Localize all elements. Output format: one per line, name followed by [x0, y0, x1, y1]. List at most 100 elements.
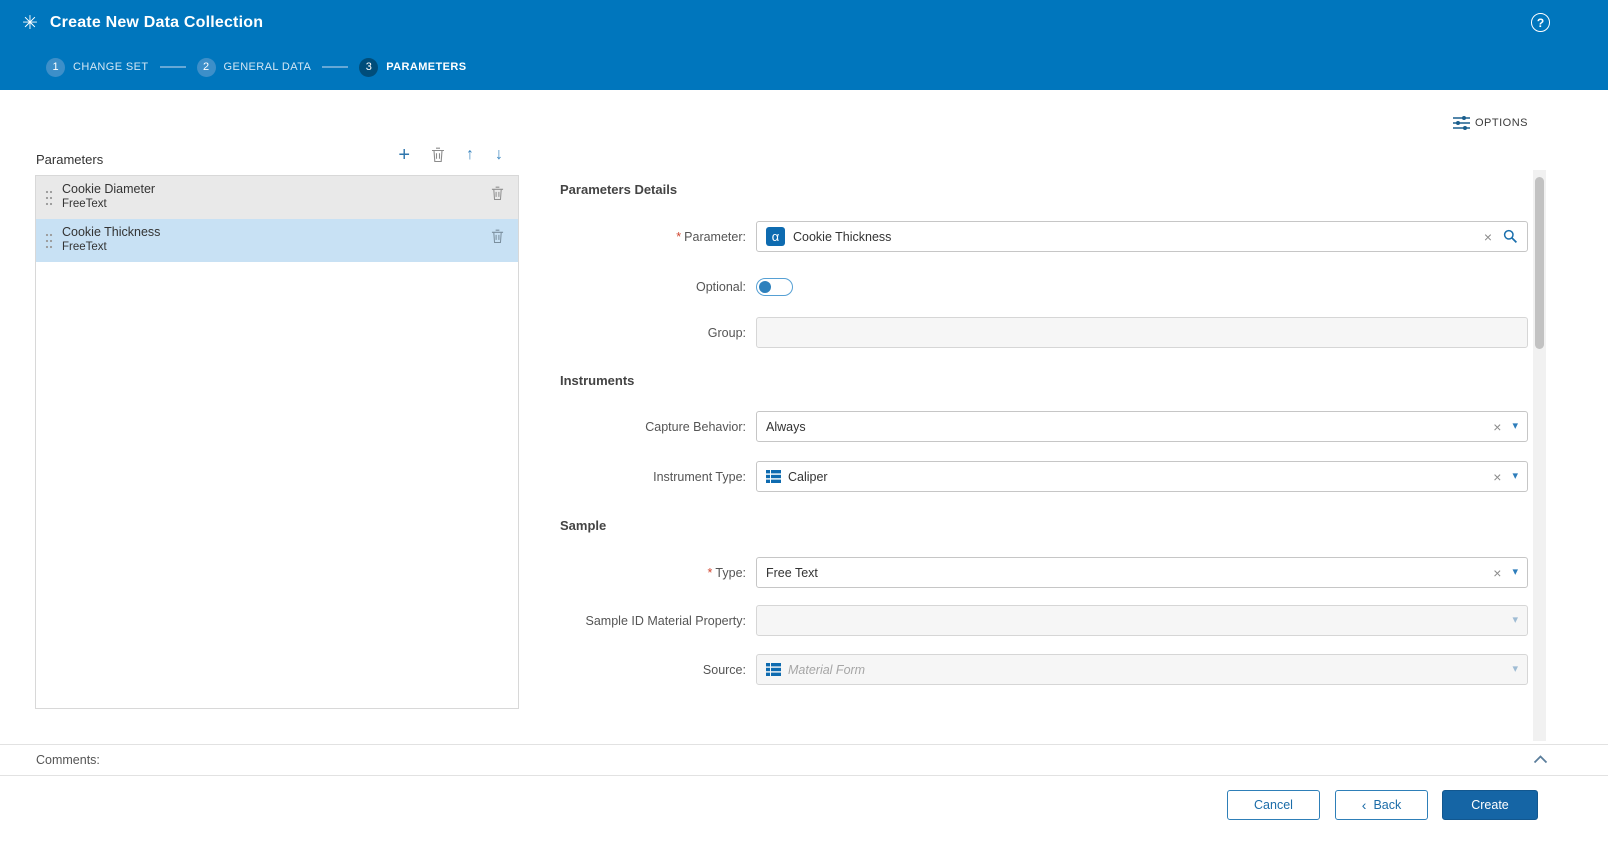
- sample-id-label: Sample ID Material Property:: [585, 613, 746, 628]
- parameter-name: Cookie Diameter: [62, 182, 156, 196]
- group-input[interactable]: [756, 317, 1528, 348]
- scrollbar-thumb[interactable]: [1535, 177, 1544, 349]
- wizard-steps: 1 CHANGE SET 2 GENERAL DATA 3 PARAMETERS: [46, 57, 466, 77]
- sample-type-label: * Type:: [707, 565, 746, 580]
- capture-behavior-row: Capture Behavior: Always × ▾: [560, 411, 1528, 442]
- sample-id-dropdown[interactable]: ▾: [756, 605, 1528, 636]
- optional-row: Optional:: [560, 271, 1528, 302]
- header-title-row: ✳ Create New Data Collection: [0, 0, 1608, 46]
- parameter-name: Cookie Thickness: [62, 225, 161, 239]
- app-logo-icon: ✳: [22, 12, 38, 34]
- parameter-value: Cookie Thickness: [793, 229, 892, 244]
- source-label: Source:: [702, 662, 746, 677]
- clear-icon[interactable]: ×: [1493, 420, 1501, 434]
- back-button-label: Back: [1373, 798, 1402, 812]
- source-dropdown[interactable]: Material Form ▾: [756, 654, 1528, 685]
- instrument-type-label: Instrument Type:: [653, 469, 746, 484]
- trash-icon: [491, 229, 504, 244]
- trash-icon: [432, 147, 444, 163]
- step-label: CHANGE SET: [73, 61, 149, 73]
- parameter-label: * Parameter:: [676, 229, 746, 244]
- clear-icon[interactable]: ×: [1493, 470, 1501, 484]
- drag-handle-icon[interactable]: [45, 189, 53, 206]
- section-heading-instruments: Instruments: [560, 373, 635, 388]
- back-button[interactable]: ‹ Back: [1335, 790, 1428, 820]
- chevron-down-icon[interactable]: ▾: [1512, 567, 1518, 578]
- page-title: Create New Data Collection: [49, 14, 264, 31]
- header: ✳ Create New Data Collection ? 1 CHANGE …: [0, 0, 1608, 90]
- sample-type-dropdown[interactable]: Free Text × ▾: [756, 557, 1528, 588]
- delete-item-button[interactable]: [491, 229, 504, 244]
- step-number: 2: [196, 57, 216, 77]
- capture-behavior-label: Capture Behavior:: [645, 419, 746, 434]
- list-grid-icon: [766, 663, 781, 676]
- parameter-field[interactable]: α Cookie Thickness ×: [756, 221, 1528, 252]
- parameter-row: * Parameter: α Cookie Thickness ×: [560, 221, 1528, 252]
- section-heading-parameters-details: Parameters Details: [560, 182, 678, 197]
- step-connector: [159, 66, 186, 68]
- chevron-down-icon[interactable]: ▾: [1512, 471, 1518, 482]
- chevron-down-icon[interactable]: ▾: [1512, 615, 1518, 626]
- move-down-button[interactable]: ↓: [495, 147, 503, 163]
- drag-handle-icon[interactable]: [45, 232, 53, 249]
- list-grid-icon: [766, 470, 781, 483]
- comments-bar: Comments:: [0, 744, 1608, 776]
- sample-id-row: Sample ID Material Property: ▾: [560, 605, 1528, 636]
- search-icon: [1503, 229, 1518, 244]
- instrument-type-value: Caliper: [788, 469, 828, 484]
- instrument-type-dropdown[interactable]: Caliper × ▾: [756, 461, 1528, 492]
- clear-icon[interactable]: ×: [1493, 566, 1501, 580]
- help-icon: ?: [1536, 15, 1545, 30]
- chevron-down-icon[interactable]: ▾: [1512, 664, 1518, 675]
- trash-icon: [491, 186, 504, 201]
- options-icon: [1452, 116, 1470, 130]
- group-label: Group:: [707, 325, 746, 340]
- list-item-cookie-thickness[interactable]: Cookie Thickness FreeText: [36, 219, 518, 262]
- toggle-knob-icon: [759, 280, 771, 293]
- sample-type-row: * Type: Free Text × ▾: [560, 557, 1528, 588]
- step-parameters[interactable]: 3 PARAMETERS: [359, 57, 467, 77]
- step-general-data[interactable]: 2 GENERAL DATA: [196, 57, 312, 77]
- options-label: OPTIONS: [1474, 117, 1528, 129]
- add-parameter-button[interactable]: +: [398, 145, 410, 165]
- chevron-down-icon[interactable]: ▾: [1512, 421, 1518, 432]
- step-number: 1: [46, 57, 65, 77]
- move-up-button[interactable]: ↑: [466, 147, 474, 163]
- search-button[interactable]: [1503, 229, 1518, 244]
- step-label: GENERAL DATA: [223, 61, 312, 73]
- optional-label: Optional:: [695, 279, 746, 294]
- step-connector: [322, 66, 349, 68]
- clear-icon[interactable]: ×: [1484, 230, 1492, 244]
- required-marker: *: [676, 229, 682, 244]
- instrument-type-row: Instrument Type: Caliper × ▾: [560, 461, 1528, 492]
- parameter-type: FreeText: [62, 241, 107, 253]
- alpha-icon: α: [766, 227, 785, 246]
- chevron-up-icon: [1533, 755, 1548, 764]
- create-button[interactable]: Create: [1442, 790, 1538, 820]
- step-change-set[interactable]: 1 CHANGE SET: [46, 57, 149, 77]
- sample-type-value: Free Text: [766, 565, 818, 580]
- parameters-toolbar: + ↑ ↓: [35, 145, 519, 165]
- list-item-cookie-diameter[interactable]: Cookie Diameter FreeText: [36, 176, 518, 219]
- collapse-comments-button[interactable]: [1533, 755, 1548, 764]
- optional-toggle[interactable]: [756, 277, 793, 296]
- capture-behavior-dropdown[interactable]: Always × ▾: [756, 411, 1528, 442]
- section-heading-sample: Sample: [560, 518, 607, 533]
- delete-parameter-button[interactable]: [431, 147, 445, 163]
- parameters-list: Cookie Diameter FreeText Cookie Thicknes…: [35, 175, 519, 709]
- cancel-button[interactable]: Cancel: [1227, 790, 1320, 820]
- group-row: Group:: [560, 317, 1528, 348]
- capture-behavior-value: Always: [766, 419, 806, 434]
- step-number: 3: [359, 57, 379, 77]
- required-marker: *: [707, 565, 713, 580]
- delete-item-button[interactable]: [491, 186, 504, 201]
- comments-label: Comments:: [36, 753, 100, 767]
- parameter-type: FreeText: [62, 198, 107, 210]
- options-button[interactable]: OPTIONS: [1452, 116, 1528, 130]
- source-row: Source: Material Form ▾: [560, 654, 1528, 685]
- vertical-scrollbar[interactable]: [1533, 170, 1546, 741]
- chevron-left-icon: ‹: [1361, 797, 1367, 813]
- help-button[interactable]: ?: [1531, 13, 1550, 32]
- step-label: PARAMETERS: [386, 61, 467, 73]
- source-placeholder: Material Form: [788, 662, 866, 677]
